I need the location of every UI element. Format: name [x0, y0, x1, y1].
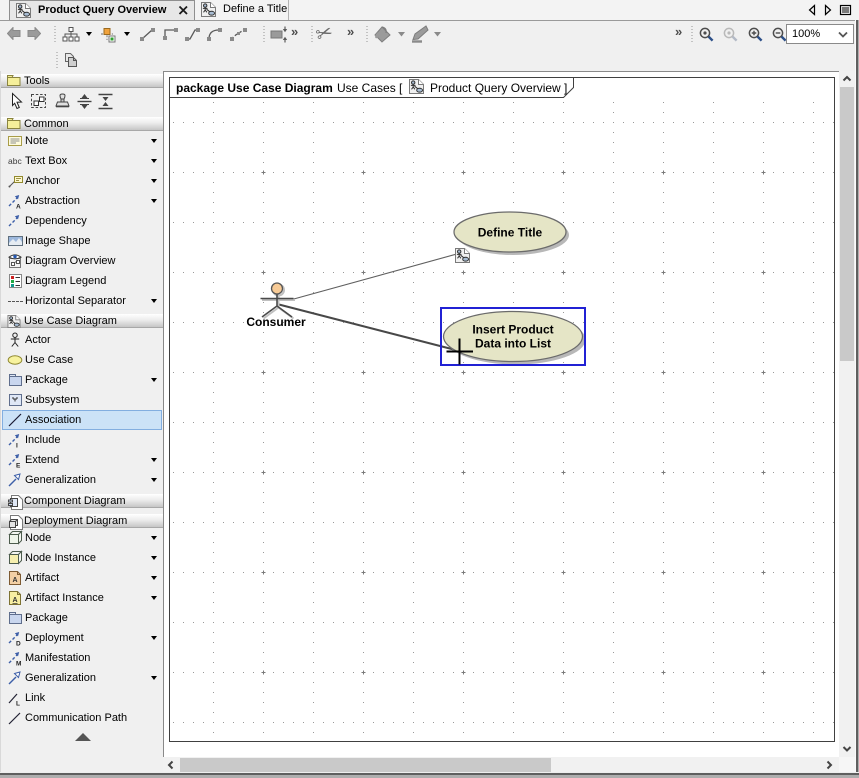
svg-text:Consumer: Consumer [246, 315, 306, 329]
svg-text:package Use Case Diagram: package Use Case Diagram [176, 81, 333, 95]
svg-text:L: L [16, 701, 20, 707]
svg-text:abc: abc [8, 156, 22, 166]
svg-text:Insert Product: Insert Product [472, 323, 553, 337]
svg-text:Data into List: Data into List [475, 337, 551, 351]
svg-text:A: A [13, 577, 18, 584]
svg-text:E: E [16, 463, 21, 469]
svg-text:I: I [16, 443, 18, 449]
svg-text:Use Cases [: Use Cases [ [337, 81, 403, 95]
svg-text:A: A [13, 597, 18, 604]
svg-text:Product Query Overview ]: Product Query Overview ] [430, 81, 567, 95]
svg-text:A: A [16, 204, 21, 210]
svg-text:D: D [16, 641, 21, 647]
svg-text:Define Title: Define Title [478, 226, 543, 240]
svg-text:M: M [16, 661, 21, 667]
